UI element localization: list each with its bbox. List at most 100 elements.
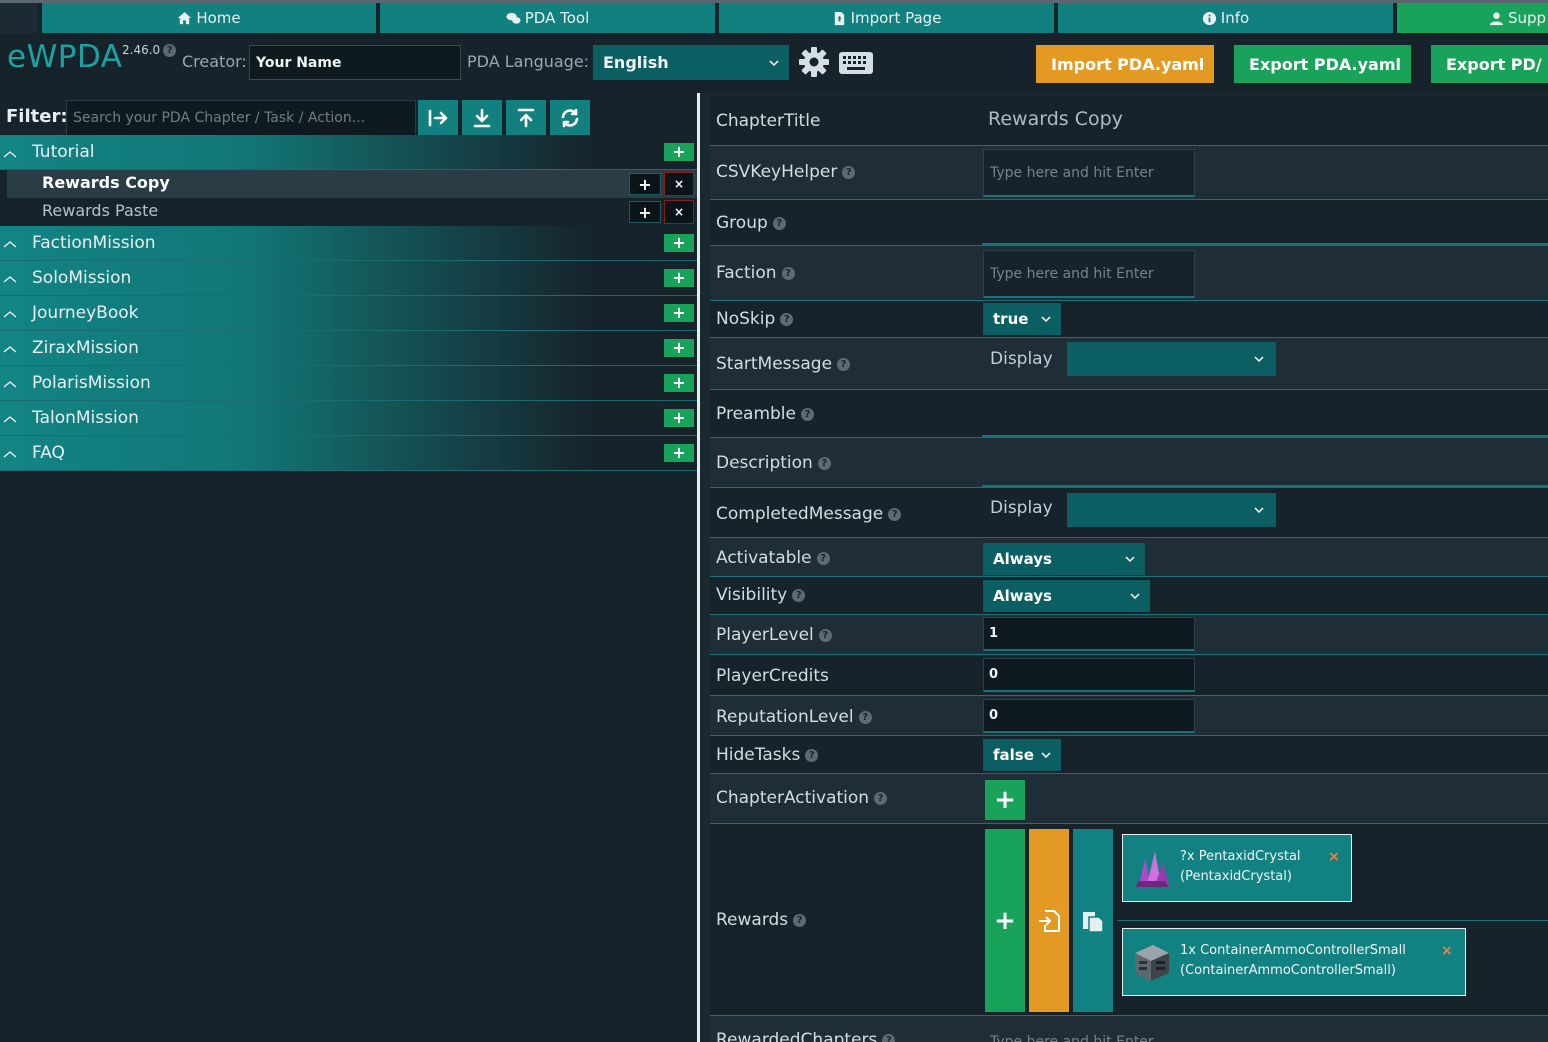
remove-reward-icon[interactable]: × (1441, 941, 1453, 961)
csv-key-input[interactable]: Type here and hit Enter (983, 149, 1195, 197)
chevron-up-icon[interactable] (3, 413, 17, 423)
delete-task-button[interactable]: × (664, 172, 694, 196)
field-value: 1 (982, 615, 1548, 654)
group-input[interactable] (982, 200, 1548, 245)
activatable-select[interactable]: Always (983, 543, 1145, 575)
chapter-label: SoloMission (32, 268, 132, 288)
faction-input[interactable]: Type here and hit Enter (983, 250, 1195, 298)
tab-support[interactable]: Supp (1393, 3, 1548, 33)
hide-tasks-select[interactable]: false (983, 739, 1061, 771)
chapter-row-solomission[interactable]: SoloMission + (0, 261, 697, 296)
add-task-button[interactable]: + (664, 339, 694, 357)
file-import-icon (834, 11, 844, 25)
noskip-select[interactable]: true (983, 303, 1061, 335)
chevron-up-icon[interactable] (3, 273, 17, 283)
visibility-select[interactable]: Always (983, 580, 1150, 612)
task-row-rewards-copy[interactable]: Rewards Copy + × (7, 170, 697, 198)
export-yaml-button[interactable]: Export PDA.yaml (1234, 45, 1411, 83)
user-icon (1489, 11, 1504, 25)
help-icon[interactable]: ? (800, 407, 814, 421)
paste-reward-button[interactable] (1029, 829, 1069, 1012)
chevron-up-icon[interactable] (3, 148, 17, 158)
field-label: HideTasks? (716, 745, 819, 765)
keyboard-icon[interactable] (839, 52, 873, 74)
language-select[interactable]: English (593, 45, 789, 80)
field-value: 0 (982, 655, 1548, 695)
chevron-up-icon[interactable] (3, 448, 17, 458)
help-icon[interactable]: ? (817, 456, 831, 470)
field-label-text: Visibility (716, 585, 788, 605)
help-icon[interactable]: ? (858, 710, 872, 724)
add-task-button[interactable]: + (664, 269, 694, 287)
chevron-up-icon[interactable] (3, 378, 17, 388)
chapter-row-tutorial[interactable]: Tutorial + (0, 135, 697, 170)
field-value: Type here and hit Enter (982, 246, 1548, 300)
chapter-title-value[interactable]: Rewards Copy (988, 108, 1123, 130)
task-row-rewards-paste[interactable]: Rewards Paste + × (7, 198, 697, 226)
tab-import-page[interactable]: Import Page (715, 3, 1054, 33)
help-icon[interactable]: ? (882, 1033, 896, 1042)
add-action-button[interactable]: + (629, 173, 661, 195)
tab-home[interactable]: Home (38, 3, 376, 33)
add-chapter-activation-button[interactable]: + (985, 780, 1025, 820)
delete-task-button[interactable]: × (664, 200, 694, 224)
help-icon[interactable]: ? (842, 165, 856, 179)
export-second-button[interactable]: Export PD/ (1431, 45, 1548, 83)
expand-to-button[interactable] (418, 100, 458, 136)
chevron-up-icon[interactable] (3, 308, 17, 318)
chapter-row-talonmission[interactable]: TalonMission + (0, 401, 697, 436)
remove-reward-icon[interactable]: × (1328, 847, 1340, 867)
chapter-row-journeybook[interactable]: JourneyBook + (0, 296, 697, 331)
reputation-level-input[interactable]: 0 (983, 699, 1195, 733)
help-icon[interactable]: ? (780, 312, 794, 326)
chapter-row-polarismission[interactable]: PolarisMission + (0, 366, 697, 401)
task-label: Rewards Copy (42, 173, 170, 192)
add-task-button[interactable]: + (664, 374, 694, 392)
chevron-up-icon[interactable] (3, 238, 17, 248)
info-icon (1202, 11, 1216, 25)
help-icon[interactable]: ? (837, 357, 851, 371)
tab-pda-tool[interactable]: PDA Tool (376, 3, 715, 33)
refresh-button[interactable] (550, 100, 590, 136)
help-icon[interactable]: ? (781, 266, 795, 280)
help-icon[interactable]: ? (163, 44, 177, 57)
chapter-row-ziraxmission[interactable]: ZiraxMission + (0, 331, 697, 366)
tab-info[interactable]: Info (1054, 3, 1393, 33)
preamble-input[interactable] (982, 390, 1548, 437)
add-task-button[interactable]: + (664, 304, 694, 322)
help-icon[interactable]: ? (818, 628, 832, 642)
help-icon[interactable]: ? (793, 913, 807, 927)
help-icon[interactable]: ? (874, 791, 888, 805)
copy-reward-button[interactable] (1073, 829, 1113, 1012)
filter-input[interactable]: Search your PDA Chapter / Task / Action.… (66, 100, 416, 136)
help-icon[interactable]: ? (792, 588, 806, 602)
rewarded-chapters-input[interactable]: Type here and hit Enter (983, 1022, 1195, 1042)
add-task-button[interactable]: + (664, 143, 694, 161)
import-yaml-button[interactable]: Import PDA.yaml (1036, 45, 1214, 83)
add-action-button[interactable]: + (629, 201, 661, 223)
field-preamble: Preamble? (710, 390, 1548, 438)
chapter-row-factionmission[interactable]: FactionMission + (0, 226, 697, 261)
chapter-row-faq[interactable]: FAQ + (0, 436, 697, 471)
player-level-input[interactable]: 1 (983, 617, 1195, 651)
reward-item[interactable]: 1x ContainerAmmoControllerSmall (Contain… (1122, 928, 1466, 996)
chevron-up-icon[interactable] (3, 343, 17, 353)
add-reward-button[interactable]: + (985, 829, 1025, 1012)
help-icon[interactable]: ? (888, 507, 902, 521)
start-message-display-select[interactable] (1067, 342, 1276, 376)
collapse-all-button[interactable] (506, 100, 546, 136)
completed-message-display-select[interactable] (1067, 493, 1276, 527)
add-task-button[interactable]: + (664, 444, 694, 462)
field-group: Group? (710, 200, 1548, 246)
reward-item[interactable]: ?x PentaxidCrystal (PentaxidCrystal) × (1122, 834, 1352, 902)
player-credits-input[interactable]: 0 (983, 658, 1195, 692)
expand-all-button[interactable] (462, 100, 502, 136)
gear-icon[interactable] (798, 46, 830, 78)
add-task-button[interactable]: + (664, 234, 694, 252)
creator-input[interactable]: Your Name (249, 45, 461, 80)
add-task-button[interactable]: + (664, 409, 694, 427)
description-input[interactable] (982, 438, 1548, 487)
help-icon[interactable]: ? (772, 216, 786, 230)
help-icon[interactable]: ? (805, 748, 819, 762)
help-icon[interactable]: ? (816, 551, 830, 565)
